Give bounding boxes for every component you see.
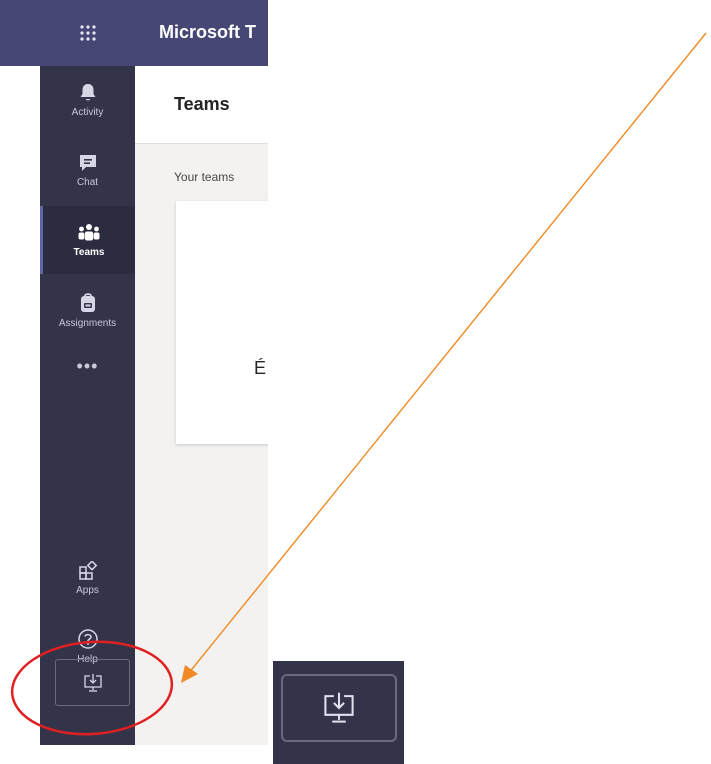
app-launcher-icon[interactable]: [40, 0, 135, 66]
rail-item-teams[interactable]: Teams: [40, 206, 135, 274]
assignments-icon: [80, 292, 95, 312]
help-icon: [77, 628, 98, 649]
your-teams-label: Your teams: [174, 170, 235, 184]
main-content: Teams Your teams É: [135, 66, 268, 745]
app-bar: Microsoft T: [0, 0, 268, 66]
zoomed-download-button: [273, 661, 404, 764]
download-desktop-app-button[interactable]: [55, 659, 130, 706]
team-card-name: É: [254, 358, 267, 378]
bell-icon: [80, 83, 95, 100]
app-title: Microsoft T: [159, 22, 256, 42]
more-icon: •••: [76, 355, 99, 376]
rail-label: Assignments: [58, 317, 117, 329]
rail-item-apps[interactable]: Apps: [40, 544, 135, 612]
rail-label: Chat: [76, 176, 99, 188]
apps-icon: [78, 560, 97, 580]
download-desktop-icon: [83, 673, 102, 692]
teams-icon: [78, 223, 100, 240]
rail-item-activity[interactable]: Activity: [40, 66, 135, 134]
content-header: Teams: [135, 66, 268, 144]
chat-icon: [79, 154, 96, 171]
zoomed-button-frame: [281, 674, 397, 742]
rail-item-chat[interactable]: Chat: [40, 136, 135, 204]
rail-item-assignments[interactable]: Assignments: [40, 276, 135, 344]
team-card[interactable]: É: [176, 201, 268, 444]
page-title: Teams: [174, 94, 230, 114]
download-desktop-icon: [324, 692, 354, 723]
rail-label: Apps: [76, 584, 99, 596]
teams-window: Microsoft T Activity Chat Teams Assignme…: [0, 0, 268, 745]
rail-label: Activity: [71, 106, 104, 118]
rail-more-button[interactable]: •••: [40, 350, 135, 382]
rail-label: Teams: [73, 246, 105, 258]
app-rail: Activity Chat Teams Assignments ••• Apps…: [40, 66, 135, 745]
